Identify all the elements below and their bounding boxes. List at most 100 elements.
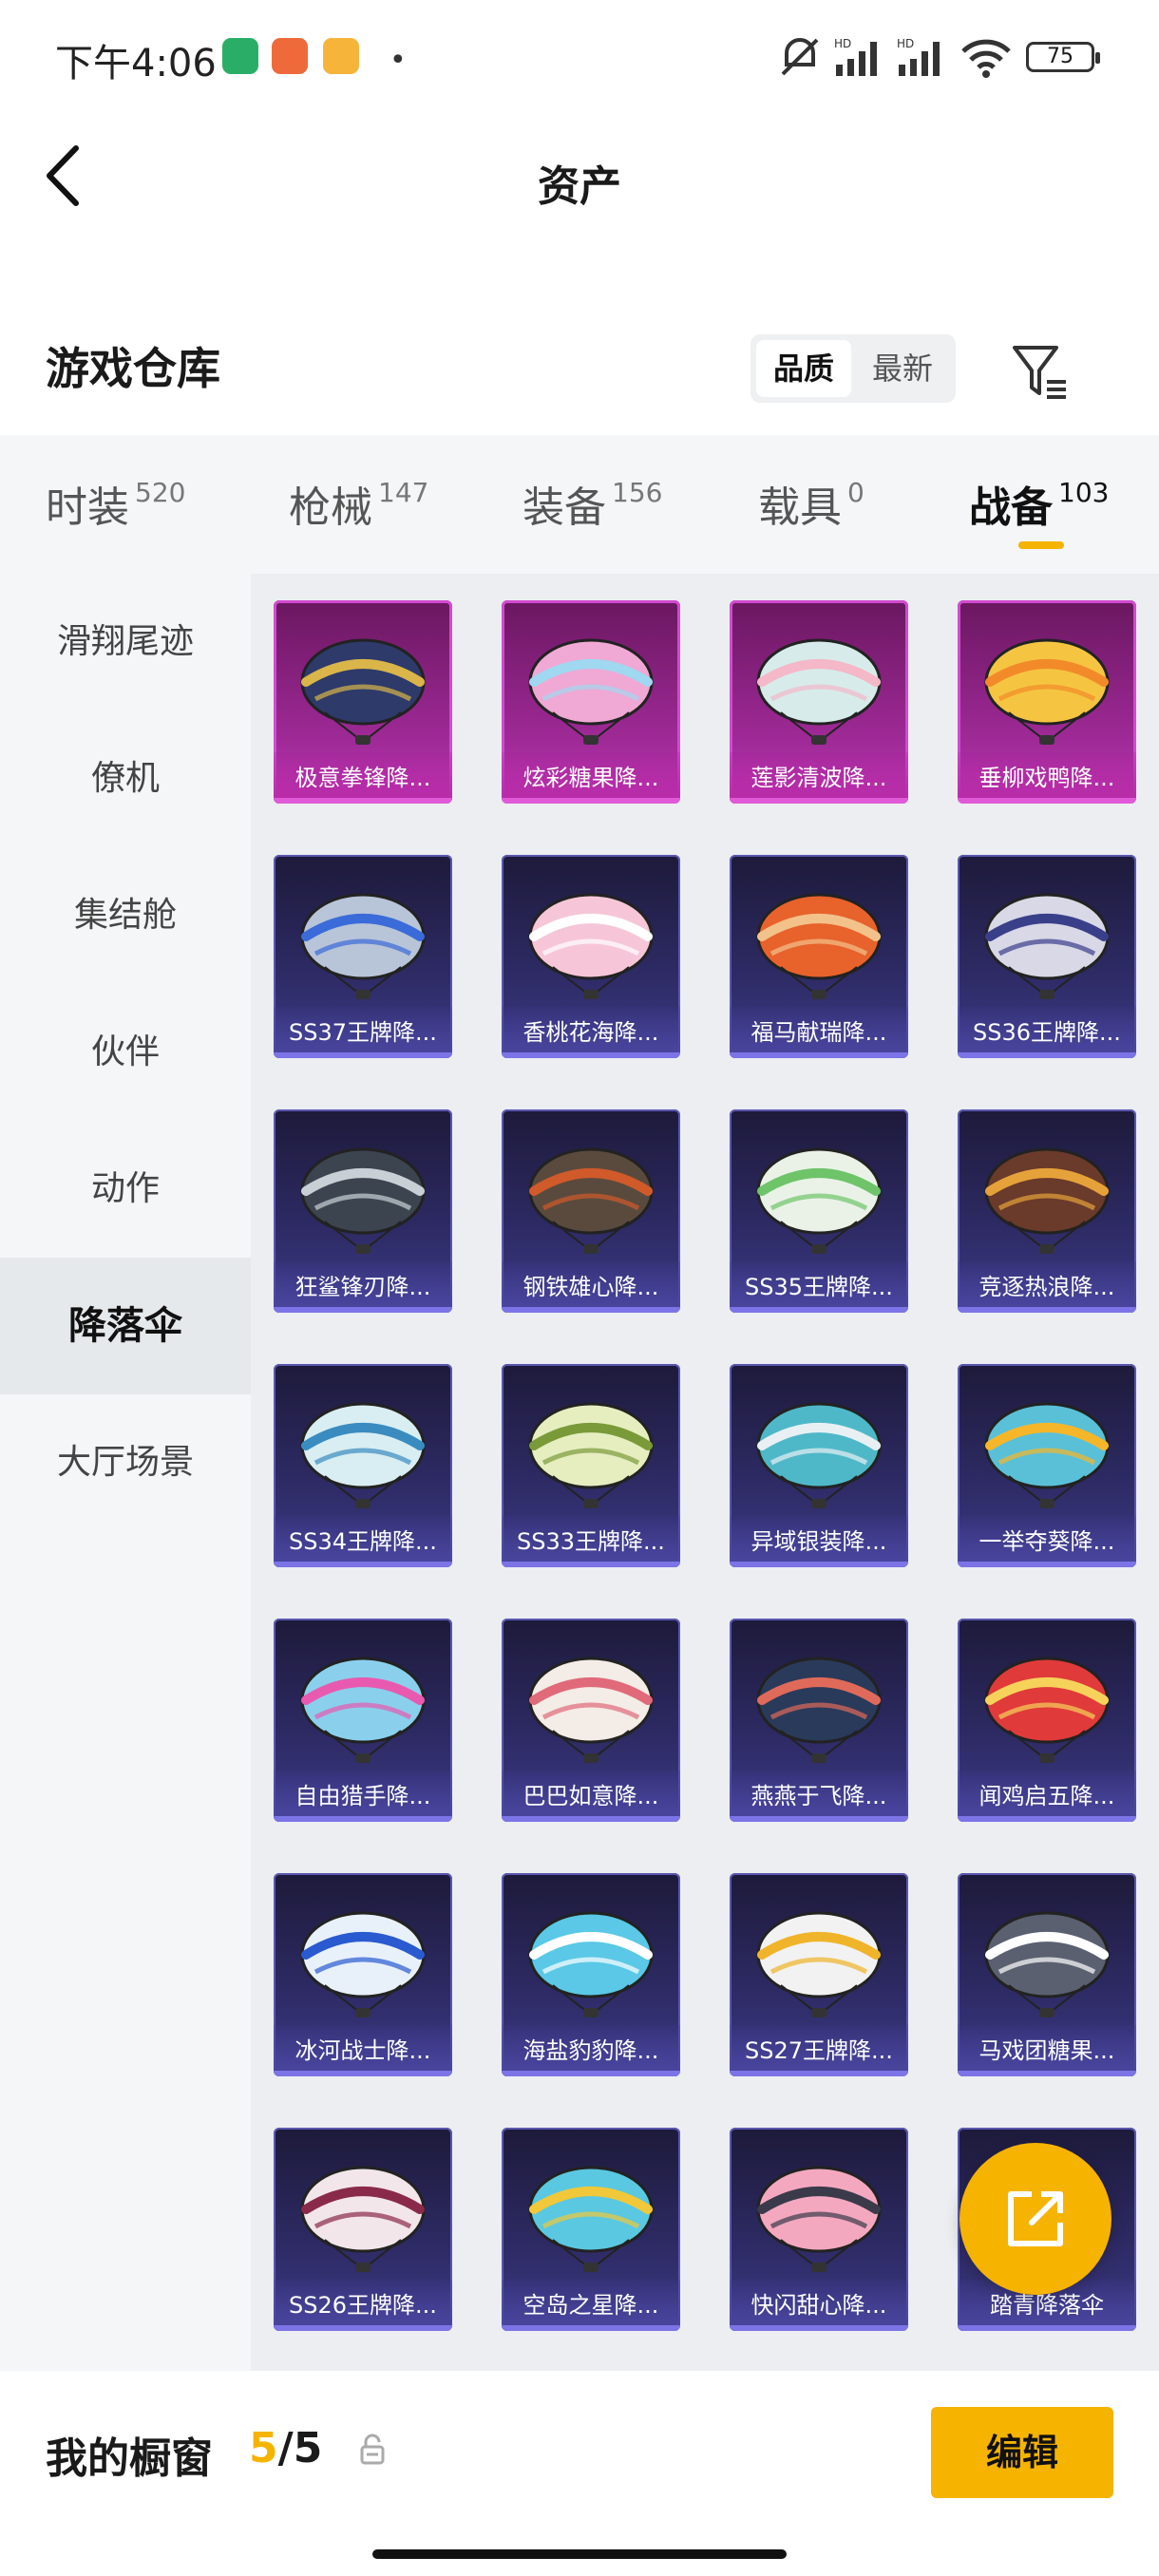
nav-bar: 资产 [0,114,1159,237]
item-card[interactable]: 冰河战士降... [274,1873,452,2076]
item-card[interactable]: 莲影清波降... [730,600,908,804]
svg-text:HD: HD [834,37,851,50]
parachute-icon [528,1657,654,1763]
rarity-strip [730,2325,908,2331]
item-card[interactable]: 马戏团糖果... [958,1873,1136,2076]
rarity-strip [502,1307,680,1313]
tab-label: 载具 [758,483,842,532]
item-card[interactable]: 狂鲨锋刃降... [274,1109,452,1313]
item-name: 燕燕于飞降... [730,1771,908,1822]
item-card[interactable]: 快闪甜心降... [730,2128,908,2331]
sidebar-item-glide-trail[interactable]: 滑翔尾迹 [0,574,251,710]
sort-quality-button[interactable]: 品质 [756,340,851,397]
wifi-icon [961,39,1011,78]
parachute-icon [984,1657,1110,1763]
item-name: 空岛之星降... [502,2280,680,2331]
notification-dot-icon: • [390,44,407,77]
signal-strength-2-icon: HD [897,37,940,76]
tab-battle-gear[interactable]: 战备 103 [969,473,1109,549]
sort-newest-button[interactable]: 最新 [855,340,950,397]
parachute-icon [300,1402,426,1508]
item-card[interactable]: 钢铁雄心降... [502,1109,680,1313]
share-export-icon [1008,2191,1063,2246]
filter-icon[interactable] [1009,340,1070,401]
rarity-strip [958,1052,1136,1058]
parachute-icon [300,638,426,745]
item-card[interactable]: SS37王牌降... [274,855,452,1058]
parachute-icon [528,638,654,745]
item-name: 莲影清波降... [730,752,908,804]
item-card[interactable]: 福马献瑞降... [730,855,908,1058]
item-card[interactable]: SS26王牌降... [274,2128,452,2331]
parachute-icon [756,2166,882,2272]
tab-weapons[interactable]: 枪械 147 [289,473,428,549]
parachute-icon [984,1147,1110,1254]
sidebar-item-parachute[interactable]: 降落伞 [0,1258,251,1394]
item-card[interactable]: SS27王牌降... [730,1873,908,2076]
status-bar: 下午4:06 • HD HD 75 [0,0,1159,114]
item-name: SS35王牌降... [730,1261,908,1313]
rarity-strip [730,1307,908,1313]
rarity-strip [274,2071,452,2076]
item-name: 香桃花海降... [502,1007,680,1058]
signal-strength-icon: HD [834,37,877,76]
rarity-strip [958,2071,1136,2076]
item-card[interactable]: 海盐豹豹降... [502,1873,680,2076]
item-card[interactable]: 燕燕于飞降... [730,1619,908,1822]
item-card[interactable]: 自由猎手降... [274,1619,452,1822]
item-card[interactable]: 空岛之星降... [502,2128,680,2331]
sidebar-item-rally-pod[interactable]: 集结舱 [0,847,251,984]
item-card[interactable]: 炫彩糖果降... [502,600,680,804]
parachute-icon [756,893,882,999]
tab-count: 520 [135,477,186,508]
sidebar-item-companion[interactable]: 伙伴 [0,984,251,1121]
item-name: SS37王牌降... [274,1007,452,1058]
parachute-icon [984,638,1110,745]
item-name: 狂鲨锋刃降... [274,1261,452,1313]
parachute-icon [756,1402,882,1508]
svg-text:HD: HD [897,37,914,50]
item-card[interactable]: 垂柳戏鸭降... [958,600,1136,804]
item-card[interactable]: 巴巴如意降... [502,1619,680,1822]
item-card[interactable]: SS36王牌降... [958,855,1136,1058]
sidebar-item-wingman[interactable]: 僚机 [0,710,251,847]
item-card[interactable]: 一举夺葵降... [958,1364,1136,1567]
parachute-icon [300,893,426,999]
rarity-strip [958,2325,1136,2331]
sidebar-item-lobby-scene[interactable]: 大厅场景 [0,1394,251,1531]
item-card[interactable]: 香桃花海降... [502,855,680,1058]
parachute-icon [528,2166,654,2272]
rarity-strip [274,1562,452,1567]
note-app-icon [323,38,359,74]
shopping-app-icon [272,38,308,74]
item-card[interactable]: 竞逐热浪降... [958,1109,1136,1313]
rarity-strip [730,1562,908,1567]
item-card[interactable]: 异域银装降... [730,1364,908,1567]
tab-label: 战备 [969,483,1053,532]
item-name: SS36王牌降... [958,1007,1136,1058]
tab-equipment[interactable]: 装备 156 [522,473,662,549]
item-card[interactable]: 闻鸡启五降... [958,1619,1136,1822]
item-name: 海盐豹豹降... [502,2025,680,2076]
rarity-strip [958,1562,1136,1567]
item-card[interactable]: SS34王牌降... [274,1364,452,1567]
rarity-strip [502,798,680,804]
parachute-icon [300,2166,426,2272]
tab-count: 0 [847,477,864,508]
item-card[interactable]: SS33王牌降... [502,1364,680,1567]
item-card[interactable]: SS35王牌降... [730,1109,908,1313]
share-button[interactable] [960,2143,1112,2295]
edit-button[interactable]: 编辑 [931,2407,1113,2498]
item-name: 闻鸡启五降... [958,1771,1136,1822]
tab-vehicles[interactable]: 载具 0 [758,473,864,549]
tab-fashion[interactable]: 时装 520 [46,473,185,549]
sidebar-item-emote[interactable]: 动作 [0,1121,251,1258]
warehouse-header: 游戏仓库 品质 最新 [0,313,1159,427]
item-card[interactable]: 极意拳锋降... [274,600,452,804]
showcase-total: /5 [277,2424,323,2472]
parachute-icon [756,1147,882,1254]
wechat-icon [222,38,258,74]
parachute-icon [528,1911,654,2017]
item-name: 竞逐热浪降... [958,1261,1136,1313]
sort-toggle: 品质 最新 [750,334,956,403]
